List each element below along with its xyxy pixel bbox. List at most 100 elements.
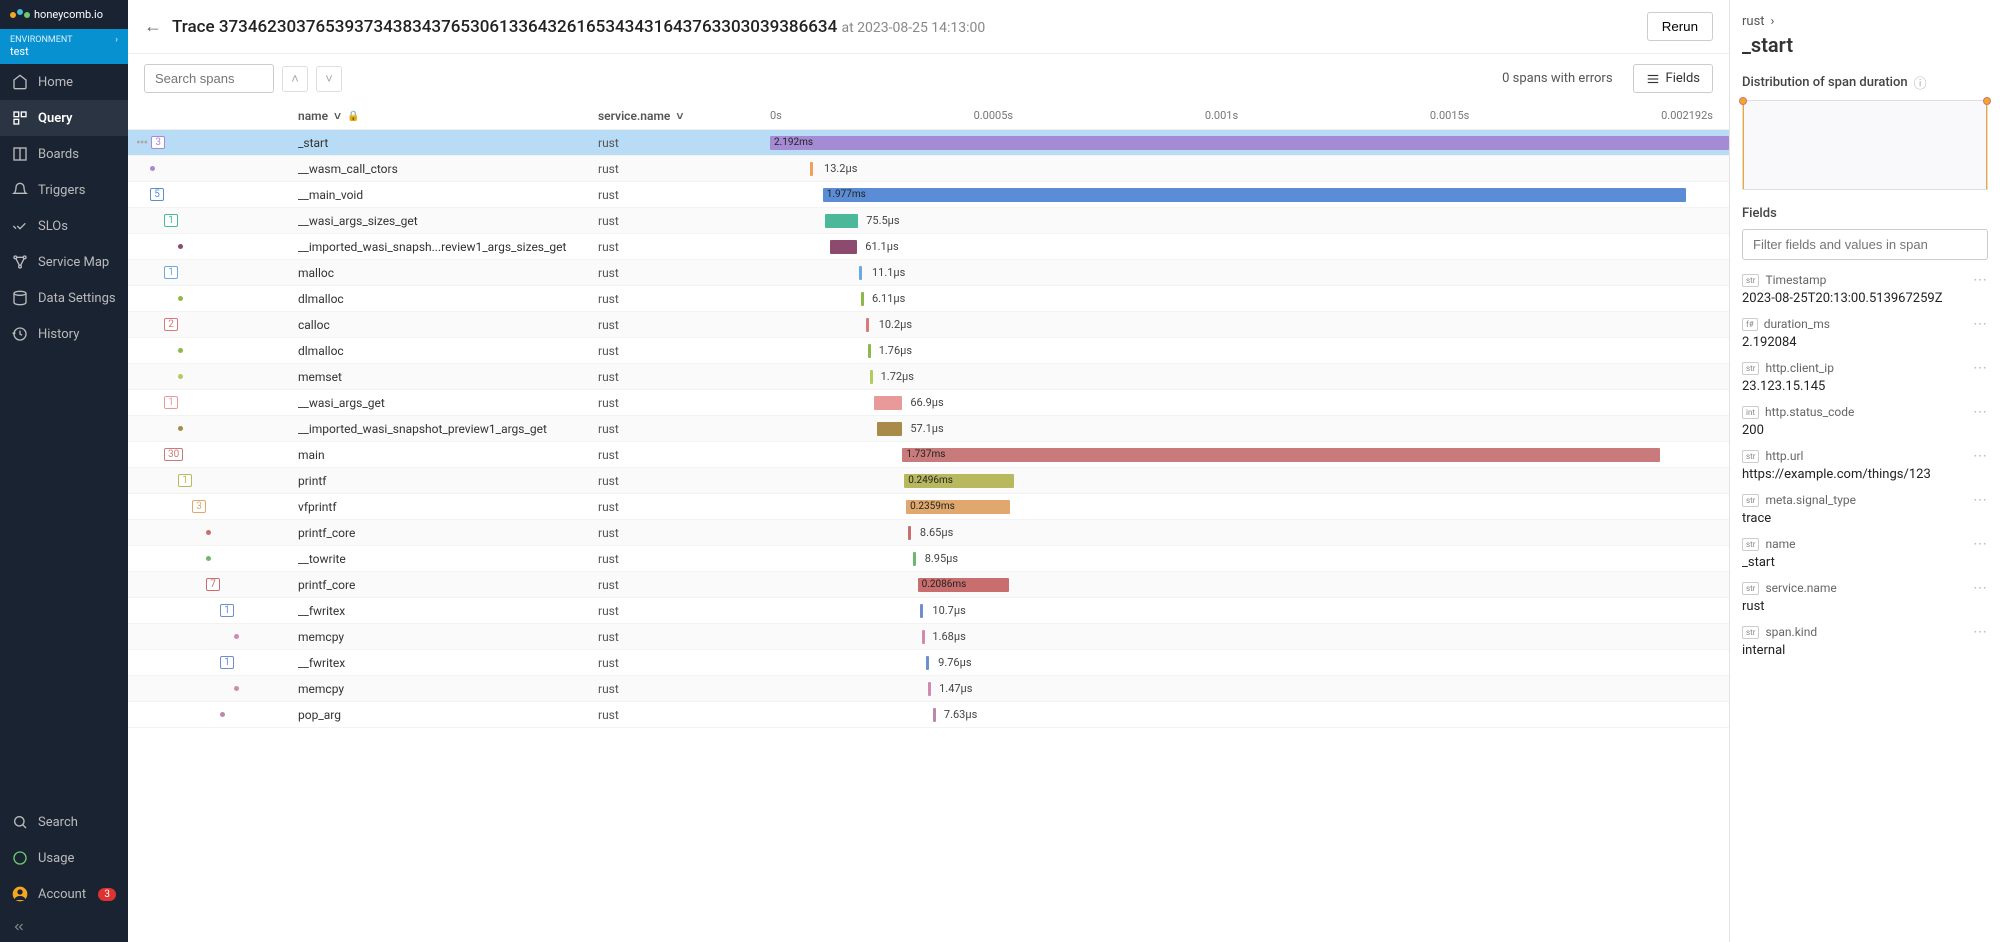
span-row[interactable]: printf_corerust8.65µs (128, 520, 1729, 546)
span-row[interactable]: •••3_startrust2.192ms (128, 130, 1729, 156)
span-bar-area: 0.2086ms (770, 572, 1729, 597)
field-menu-icon[interactable]: ⋯ (1973, 492, 1988, 508)
next-match[interactable]: ˅ (316, 66, 342, 92)
span-child-count[interactable]: 1 (164, 214, 178, 227)
span-bar[interactable]: 0.2086ms (918, 578, 1009, 592)
field-menu-icon[interactable]: ⋯ (1973, 404, 1988, 420)
field-menu-icon[interactable]: ⋯ (1973, 448, 1988, 464)
span-child-count[interactable]: 7 (206, 578, 220, 591)
span-child-count[interactable]: 3 (151, 136, 165, 149)
span-bar[interactable] (810, 162, 813, 176)
span-bar[interactable] (926, 656, 929, 670)
span-row[interactable]: 1__wasi_args_getrust66.9µs (128, 390, 1729, 416)
nav-usage[interactable]: Usage (0, 840, 128, 876)
span-bar[interactable] (920, 604, 923, 618)
column-service[interactable]: service.name ˅ (598, 109, 770, 123)
nav-history[interactable]: History (0, 316, 128, 352)
nav-service-map[interactable]: Service Map (0, 244, 128, 280)
span-row[interactable]: 2callocrust10.2µs (128, 312, 1729, 338)
span-row[interactable]: memcpyrust1.68µs (128, 624, 1729, 650)
span-row[interactable]: 1__fwritexrust10.7µs (128, 598, 1729, 624)
span-row[interactable]: __imported_wasi_snapshot_preview1_args_g… (128, 416, 1729, 442)
span-child-count[interactable]: 1 (164, 396, 178, 409)
span-child-count[interactable]: 1 (164, 266, 178, 279)
span-child-count[interactable]: 5 (150, 188, 164, 201)
detail-breadcrumb[interactable]: rust › (1742, 14, 1988, 29)
span-row[interactable]: 3vfprintfrust0.2359ms (128, 494, 1729, 520)
span-bar[interactable]: 2.192ms (770, 136, 1729, 150)
span-child-count[interactable]: 2 (164, 318, 178, 331)
span-row[interactable]: __towriterust8.95µs (128, 546, 1729, 572)
nav-query[interactable]: Query (0, 100, 128, 136)
span-name: __main_void (298, 188, 598, 202)
span-row[interactable]: 1__wasi_args_sizes_getrust75.5µs (128, 208, 1729, 234)
span-bar[interactable]: 1.737ms (902, 448, 1660, 462)
span-bar[interactable] (868, 344, 871, 358)
span-bar[interactable] (928, 682, 931, 696)
prev-match[interactable]: ˄ (282, 66, 308, 92)
environment-selector[interactable]: ENVIRONMENT› test (0, 29, 128, 64)
span-bar[interactable] (877, 422, 902, 436)
span-row[interactable]: 30mainrust1.737ms (128, 442, 1729, 468)
span-child-count[interactable]: 1 (220, 656, 234, 669)
span-bar[interactable]: 1.977ms (823, 188, 1686, 202)
span-row[interactable]: memsetrust1.72µs (128, 364, 1729, 390)
span-row[interactable]: __wasm_call_ctorsrust13.2µs (128, 156, 1729, 182)
span-bar[interactable] (922, 630, 925, 644)
span-child-count[interactable]: 30 (164, 448, 183, 461)
span-bar[interactable] (913, 552, 916, 566)
info-icon[interactable]: ⓘ (1914, 73, 1927, 92)
span-row[interactable]: dlmallocrust6.11µs (128, 286, 1729, 312)
span-child-count[interactable]: 1 (178, 474, 192, 487)
span-bar[interactable] (825, 214, 859, 228)
span-bar[interactable] (861, 292, 864, 306)
span-row[interactable]: pop_argrust7.63µs (128, 702, 1729, 728)
span-bar[interactable] (908, 526, 911, 540)
span-row[interactable]: 5__main_voidrust1.977ms (128, 182, 1729, 208)
collapse-sidebar[interactable] (0, 912, 128, 942)
span-child-count[interactable]: 1 (220, 604, 234, 617)
nav-data-settings[interactable]: Data Settings (0, 280, 128, 316)
span-bar[interactable] (870, 370, 873, 384)
field-name: Timestamp (1765, 273, 1967, 287)
nav-slos[interactable]: SLOs (0, 208, 128, 244)
span-row[interactable]: 7printf_corerust0.2086ms (128, 572, 1729, 598)
filter-fields-input[interactable] (1742, 229, 1988, 260)
nav-account[interactable]: Account 3 (0, 876, 128, 912)
column-name[interactable]: name ˅ 🔒 (298, 109, 598, 123)
rerun-button[interactable]: Rerun (1647, 12, 1713, 41)
fields-button[interactable]: Fields (1633, 64, 1713, 93)
span-bar[interactable] (874, 396, 903, 410)
back-button[interactable]: ← (144, 16, 162, 37)
span-row[interactable]: memcpyrust1.47µs (128, 676, 1729, 702)
span-row[interactable]: dlmallocrust1.76µs (128, 338, 1729, 364)
span-row[interactable]: 1__fwritexrust9.76µs (128, 650, 1729, 676)
search-spans-input[interactable] (144, 64, 274, 93)
database-icon (12, 290, 28, 306)
span-bar[interactable] (933, 708, 936, 722)
field-menu-icon[interactable]: ⋯ (1973, 580, 1988, 596)
nav-boards[interactable]: Boards (0, 136, 128, 172)
nav-home[interactable]: Home (0, 64, 128, 100)
span-row[interactable]: 1mallocrust11.1µs (128, 260, 1729, 286)
span-row[interactable]: 1printfrust0.2496ms (128, 468, 1729, 494)
span-name: main (298, 448, 598, 462)
span-bar[interactable]: 0.2359ms (906, 500, 1010, 514)
nav-search[interactable]: Search (0, 804, 128, 840)
span-bar[interactable] (859, 266, 862, 280)
logo[interactable]: honeycomb.io (0, 0, 128, 29)
distribution-chart[interactable] (1742, 100, 1988, 190)
span-row[interactable]: __imported_wasi_snapsh...review1_args_si… (128, 234, 1729, 260)
span-bar[interactable] (830, 240, 857, 254)
field-menu-icon[interactable]: ⋯ (1973, 536, 1988, 552)
span-bar[interactable] (866, 318, 869, 332)
field-menu-icon[interactable]: ⋯ (1973, 624, 1988, 640)
field-menu-icon[interactable]: ⋯ (1973, 360, 1988, 376)
field-menu-icon[interactable]: ⋯ (1973, 316, 1988, 332)
nav-triggers[interactable]: Triggers (0, 172, 128, 208)
span-child-count[interactable]: 3 (192, 500, 206, 513)
span-menu-icon[interactable]: ••• (136, 135, 147, 151)
span-bar[interactable]: 0.2496ms (904, 474, 1013, 488)
field-menu-icon[interactable]: ⋯ (1973, 272, 1988, 288)
bell-icon (12, 182, 28, 198)
